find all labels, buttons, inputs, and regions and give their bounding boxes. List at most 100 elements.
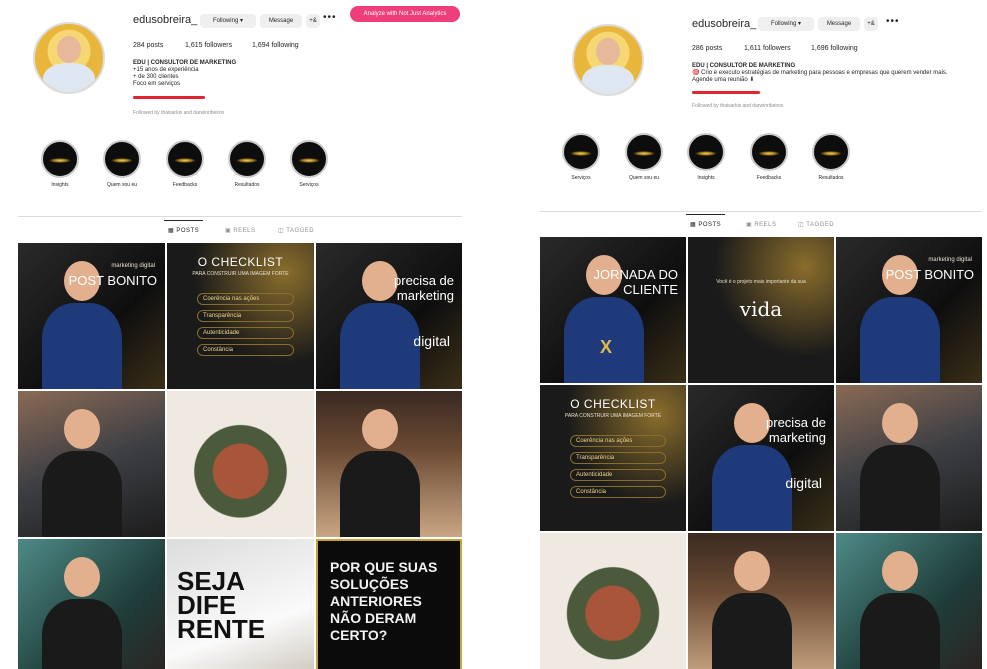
checklist: Coerência nas ações Transparência Autentic… (197, 293, 294, 361)
bio-line-4: Foco em serviços (133, 81, 181, 87)
bio-line-2: 🎯 Crio e executo estratégias de marketin… (692, 70, 948, 76)
highlight-ring (625, 133, 663, 171)
highlight-ring (228, 140, 266, 178)
tab-posts[interactable]: ▦ POSTS (685, 214, 726, 228)
post-tile[interactable]: POST BONITO marketing digital (836, 237, 982, 383)
post-tile[interactable]: SEJA DIFE RENTE (167, 539, 314, 669)
highlight-4[interactable]: Feedbacks (750, 133, 788, 181)
more-options-icon[interactable]: ••• (886, 16, 900, 27)
post-subcaption: Você é o projeto mais importante da sua (716, 279, 806, 285)
following-label: Following (212, 18, 239, 24)
checklist-item: Constância (570, 486, 666, 498)
profile-avatar[interactable] (572, 24, 644, 96)
post-tile[interactable]: JORNADA DO CLIENTE X (540, 237, 686, 383)
highlight-label: Serviços (571, 175, 591, 181)
tab-tagged[interactable]: ◫ TAGGED (278, 227, 314, 234)
bio-line-1: EDU | CONSULTOR DE MARKETING (692, 63, 796, 69)
followed-by[interactable]: Followed by thaisarkis and darwinribeiro… (692, 103, 783, 109)
profile-avatar[interactable] (33, 22, 105, 94)
highlight-label: Feedbacks (172, 182, 198, 188)
post-tile[interactable]: precisa de marketing digital (688, 385, 834, 531)
post-tile[interactable] (316, 391, 462, 537)
post-tile[interactable] (540, 533, 686, 669)
following-button[interactable]: Following ▾ (758, 17, 814, 31)
bio-line-1: EDU | CONSULTOR DE MARKETING (133, 60, 237, 66)
bio-line-3: + de 300 clientes (133, 74, 179, 80)
highlight-1[interactable]: Serviços (562, 133, 600, 181)
bio: EDU | CONSULTOR DE MARKETING +15 anos de… (133, 60, 333, 88)
tab-posts-label: POSTS (176, 228, 200, 234)
tab-posts-label: POSTS (698, 222, 722, 228)
message-button[interactable]: Message (260, 14, 302, 28)
highlight-3[interactable]: Feedbacks (166, 140, 204, 188)
following-count[interactable]: 1,694 following (252, 42, 299, 49)
post-tile[interactable] (688, 533, 834, 669)
checklist-item: Coerência nas ações (197, 293, 294, 305)
tab-reels-label: REELS (233, 228, 256, 234)
following-button[interactable]: Following ▾ (200, 14, 256, 28)
post-caption: vida (739, 297, 783, 321)
add-user-icon[interactable]: +& (864, 17, 878, 31)
highlight-5[interactable]: Serviços (290, 140, 328, 188)
person-figure (38, 409, 128, 537)
post-tile[interactable]: Coerência nas ações Transparência Autentic… (167, 243, 314, 389)
highlight-5[interactable]: Resultados (812, 133, 850, 181)
post-tile[interactable] (836, 385, 982, 531)
tabs-divider (18, 216, 462, 217)
followed-by[interactable]: Followed by thaisarkis and darwinribeiro… (133, 110, 224, 116)
post-tile[interactable] (18, 391, 165, 537)
highlight-1[interactable]: Insights (41, 140, 79, 188)
post-subcaption: X (600, 337, 613, 357)
highlight-label: Quem sou eu (106, 182, 138, 188)
followers-count[interactable]: 1,615 followers (185, 42, 232, 49)
person-figure (38, 557, 128, 669)
profile-header: edusobreira_ Following ▾ Message +& ••• … (530, 0, 987, 120)
more-options-icon[interactable]: ••• (323, 12, 337, 23)
bio-line-3[interactable]: Agende uma reunião ⬇ (692, 77, 982, 84)
tab-tagged[interactable]: ◫ TAGGED (798, 221, 834, 228)
post-tile[interactable] (836, 533, 982, 669)
post-tile[interactable]: POST BONITO marketing digital (18, 243, 165, 389)
highlight-ring (562, 133, 600, 171)
message-button[interactable]: Message (818, 17, 860, 31)
tabs-divider (540, 211, 982, 212)
post-subcaption: digital (785, 475, 822, 491)
post-tile[interactable]: Coerência nas ações Transparência Autentic… (540, 385, 686, 531)
post-caption: precisa de marketing (766, 415, 826, 445)
highlight-2[interactable]: Quem sou eu (625, 133, 663, 181)
tab-reels[interactable]: ▣ REELS (225, 227, 256, 234)
highlight-ring (290, 140, 328, 178)
red-underline (133, 96, 205, 99)
highlight-ring (750, 133, 788, 171)
post-subcaption: PARA CONSTRUIR UMA IMAGEM FORTE (192, 271, 289, 277)
tab-tagged-label: TAGGED (286, 228, 315, 234)
highlight-4[interactable]: Resultados (228, 140, 266, 188)
posts-count: 284 posts (133, 42, 164, 49)
posts-grid: JORNADA DO CLIENTE X vida Você é o projeto … (540, 237, 982, 669)
post-caption: O CHECKLIST (570, 397, 656, 411)
followers-count[interactable]: 1,611 followers (744, 45, 791, 52)
highlight-ring (166, 140, 204, 178)
checklist-item: Autenticidade (570, 469, 666, 481)
post-tile[interactable] (18, 539, 165, 669)
highlight-label: Quem sou eu (628, 175, 660, 181)
post-tile[interactable] (167, 391, 314, 537)
tab-reels[interactable]: ▣ REELS (746, 221, 777, 228)
post-tile[interactable]: vida Você é o projeto mais importante da … (688, 237, 834, 383)
red-underline (692, 91, 760, 94)
post-subcaption: PARA CONSTRUIR UMA IMAGEM FORTE (564, 413, 662, 419)
post-tile[interactable]: precisa de marketing digital (316, 243, 462, 389)
highlight-3[interactable]: Insights (687, 133, 725, 181)
tab-posts[interactable]: ▦ POSTS (163, 220, 204, 234)
checklist: Coerência nas ações Transparência Autentic… (570, 435, 666, 503)
post-caption: SEJA DIFE RENTE (177, 566, 266, 644)
post-tile[interactable]: POR QUE SUAS SOLUÇÕES ANTERIORES NÃO DER… (316, 539, 462, 669)
profile-header: edusobreira_ Following ▾ Message +& ••• … (0, 0, 470, 120)
username: edusobreira_ (133, 14, 198, 26)
analyze-button[interactable]: Analyze with Not Just Analytics (350, 6, 460, 22)
highlight-2[interactable]: Quem sou eu (103, 140, 141, 188)
post-caption: POST BONITO (885, 267, 974, 282)
following-count[interactable]: 1,696 following (811, 45, 858, 52)
add-user-icon[interactable]: +& (306, 14, 320, 28)
username: edusobreira_ (692, 18, 757, 30)
